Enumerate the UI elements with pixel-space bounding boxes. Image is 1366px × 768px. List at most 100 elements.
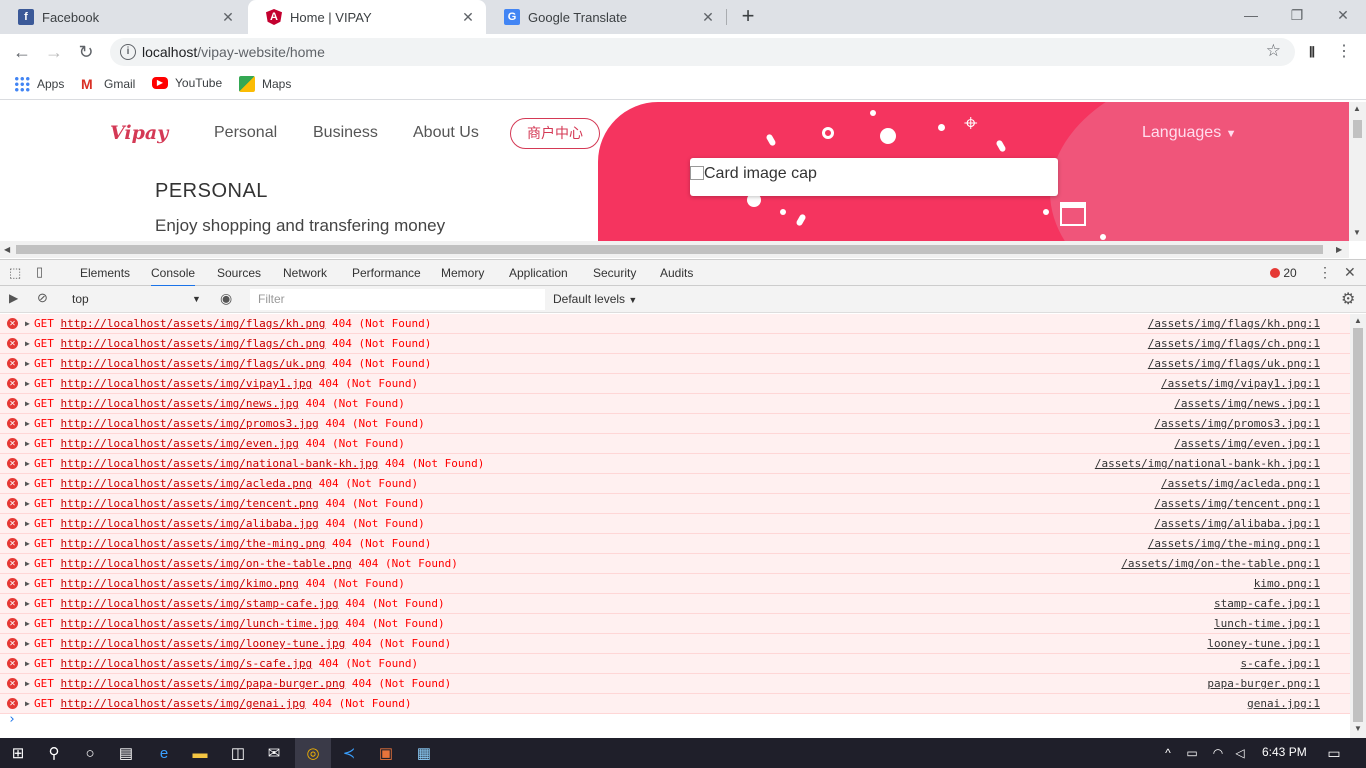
scroll-thumb[interactable] [1353, 120, 1362, 138]
forward-icon[interactable]: → [42, 40, 66, 64]
source-link[interactable]: /assets/img/flags/kh.png:1 [1148, 314, 1320, 333]
expand-triangle-icon[interactable]: ▶ [25, 674, 30, 693]
chrome-icon[interactable]: ◎ [295, 738, 331, 768]
console-error-row[interactable]: ✕ ▶ GET http://localhost/assets/img/kimo.p… [0, 574, 1350, 594]
source-link[interactable]: looney-tune.jpg:1 [1207, 634, 1320, 653]
nav-personal[interactable]: Personal [214, 124, 277, 142]
console-error-row[interactable]: ✕ ▶ GET http://localhost/assets/img/lunch-… [0, 614, 1350, 634]
cortana-icon[interactable]: ○ [72, 738, 108, 768]
merchant-center-button[interactable]: 商户中心 [510, 118, 600, 149]
page-horizontal-scrollbar[interactable]: ◀ ▶ [0, 241, 1349, 258]
volume-icon[interactable]: ◁ [1222, 738, 1258, 768]
request-url[interactable]: http://localhost/assets/img/genai.jpg [61, 697, 306, 710]
tab-facebook[interactable]: f Facebook ✕ [0, 0, 246, 34]
minimize-button[interactable]: — [1228, 0, 1274, 30]
reload-icon[interactable]: ↻ [74, 40, 98, 64]
console-error-row[interactable]: ✕ ▶ GET http://localhost/assets/img/the-mi… [0, 534, 1350, 554]
expand-triangle-icon[interactable]: ▶ [25, 514, 30, 533]
source-link[interactable]: /assets/img/the-ming.png:1 [1148, 534, 1320, 553]
scroll-thumb[interactable] [16, 245, 1323, 254]
console-error-row[interactable]: ✕ ▶ GET http://localhost/assets/img/on-the… [0, 554, 1350, 574]
scroll-up-icon[interactable]: ▲ [1354, 316, 1362, 325]
request-url[interactable]: http://localhost/assets/img/acleda.png [61, 477, 313, 490]
expand-triangle-icon[interactable]: ▶ [25, 374, 30, 393]
console-scrollbar[interactable]: ▲ ▼ [1350, 314, 1366, 738]
console-error-row[interactable]: ✕ ▶ GET http://localhost/assets/img/vipay1… [0, 374, 1350, 394]
expand-triangle-icon[interactable]: ▶ [25, 694, 30, 713]
info-icon[interactable]: i [120, 44, 136, 60]
request-url[interactable]: http://localhost/assets/img/lunch-time.j… [61, 617, 339, 630]
expand-triangle-icon[interactable]: ▶ [25, 314, 30, 333]
close-window-button[interactable]: ✕ [1320, 0, 1366, 30]
console-error-row[interactable]: ✕ ▶ GET http://localhost/assets/img/tencen… [0, 494, 1350, 514]
devtools-tab-sources[interactable]: Sources [217, 266, 261, 280]
console-error-row[interactable]: ✕ ▶ GET http://localhost/assets/img/s-cafe… [0, 654, 1350, 674]
back-icon[interactable]: ← [10, 40, 34, 64]
request-url[interactable]: http://localhost/assets/img/flags/ch.png [61, 337, 326, 350]
bookmark-apps[interactable]: Apps [14, 76, 64, 92]
scroll-right-icon[interactable]: ▶ [1336, 245, 1342, 254]
close-tab-icon[interactable]: ✕ [220, 9, 236, 25]
source-link[interactable]: /assets/img/flags/uk.png:1 [1148, 354, 1320, 373]
extension-icon[interactable]: ⫼ [1300, 40, 1324, 64]
scroll-down-icon[interactable]: ▼ [1354, 724, 1362, 733]
console-error-row[interactable]: ✕ ▶ GET http://localhost/assets/img/alibab… [0, 514, 1350, 534]
expand-triangle-icon[interactable]: ▶ [25, 534, 30, 553]
console-error-row[interactable]: ✕ ▶ GET http://localhost/assets/img/flags/… [0, 334, 1350, 354]
request-url[interactable]: http://localhost/assets/img/on-the-table… [61, 557, 352, 570]
device-toolbar-icon[interactable]: ▯ [36, 264, 43, 280]
filter-input[interactable]: Filter [250, 289, 545, 310]
nav-about-us[interactable]: About Us [413, 124, 479, 142]
request-url[interactable]: http://localhost/assets/img/tencent.png [61, 497, 319, 510]
source-link[interactable]: lunch-time.jpg:1 [1214, 614, 1320, 633]
source-link[interactable]: /assets/img/on-the-table.png:1 [1121, 554, 1320, 573]
scroll-thumb[interactable] [1353, 328, 1363, 722]
console-error-row[interactable]: ✕ ▶ GET http://localhost/assets/img/looney… [0, 634, 1350, 654]
devtools-menu-icon[interactable]: ⋮ [1318, 264, 1332, 281]
request-url[interactable]: http://localhost/assets/img/alibaba.jpg [61, 517, 319, 530]
source-link[interactable]: /assets/img/vipay1.jpg:1 [1161, 374, 1320, 393]
source-link[interactable]: genai.jpg:1 [1247, 694, 1320, 713]
source-link[interactable]: /assets/img/tencent.png:1 [1154, 494, 1320, 513]
devtools-tab-application[interactable]: Application [509, 266, 568, 280]
source-link[interactable]: /assets/img/acleda.png:1 [1161, 474, 1320, 493]
expand-triangle-icon[interactable]: ▶ [25, 494, 30, 513]
menu-icon[interactable]: ⋮ [1332, 40, 1356, 64]
request-url[interactable]: http://localhost/assets/img/papa-burger.… [61, 677, 346, 690]
request-url[interactable]: http://localhost/assets/img/stamp-cafe.j… [61, 597, 339, 610]
bookmark-star-icon[interactable]: ☆ [1266, 41, 1281, 61]
sidebar-toggle-icon[interactable]: ▶ [9, 291, 18, 305]
source-link[interactable]: kimo.png:1 [1254, 574, 1320, 593]
request-url[interactable]: http://localhost/assets/img/vipay1.jpg [61, 377, 313, 390]
edge-icon[interactable]: e [146, 738, 182, 768]
console-error-row[interactable]: ✕ ▶ GET http://localhost/assets/img/papa-b… [0, 674, 1350, 694]
page-vertical-scrollbar[interactable]: ▲ ▼ [1349, 102, 1366, 241]
mail-icon[interactable]: ✉ [256, 738, 292, 768]
address-bar[interactable]: i localhost/vipay-website/home ☆ [110, 38, 1295, 66]
store-app-icon[interactable]: ◫ [220, 738, 256, 768]
languages-dropdown[interactable]: Languages ▼ [1142, 124, 1237, 142]
tab-google-translate[interactable]: G Google Translate ✕ [486, 0, 726, 34]
tab-vipay[interactable]: A Home | VIPAY ✕ [248, 0, 486, 34]
eye-icon[interactable]: ◉ [220, 290, 232, 307]
request-url[interactable]: http://localhost/assets/img/flags/kh.png [61, 317, 326, 330]
source-link[interactable]: /assets/img/even.jpg:1 [1174, 434, 1320, 453]
log-levels-dropdown[interactable]: Default levels ▼ [553, 292, 637, 306]
new-tab-button[interactable]: + [736, 5, 760, 29]
expand-triangle-icon[interactable]: ▶ [25, 634, 30, 653]
console-error-row[interactable]: ✕ ▶ GET http://localhost/assets/img/promos… [0, 414, 1350, 434]
context-selector[interactable]: top ▼ [62, 289, 204, 309]
bookmark-youtube[interactable]: ▶ YouTube [152, 76, 222, 90]
taskbar-clock[interactable]: 6:43 PM [1262, 745, 1307, 759]
expand-triangle-icon[interactable]: ▶ [25, 354, 30, 373]
source-link[interactable]: /assets/img/news.jpg:1 [1174, 394, 1320, 413]
console-error-row[interactable]: ✕ ▶ GET http://localhost/assets/img/stamp-… [0, 594, 1350, 614]
request-url[interactable]: http://localhost/assets/img/s-cafe.jpg [61, 657, 313, 670]
windows-start-icon[interactable]: ⊞ [0, 738, 36, 768]
source-link[interactable]: /assets/img/national-bank-kh.jpg:1 [1095, 454, 1320, 473]
source-link[interactable]: /assets/img/promos3.jpg:1 [1154, 414, 1320, 433]
console-error-row[interactable]: ✕ ▶ GET http://localhost/assets/img/flags/… [0, 354, 1350, 374]
devtools-tab-performance[interactable]: Performance [352, 266, 421, 280]
source-link[interactable]: s-cafe.jpg:1 [1241, 654, 1320, 673]
request-url[interactable]: http://localhost/assets/img/national-ban… [61, 457, 379, 470]
